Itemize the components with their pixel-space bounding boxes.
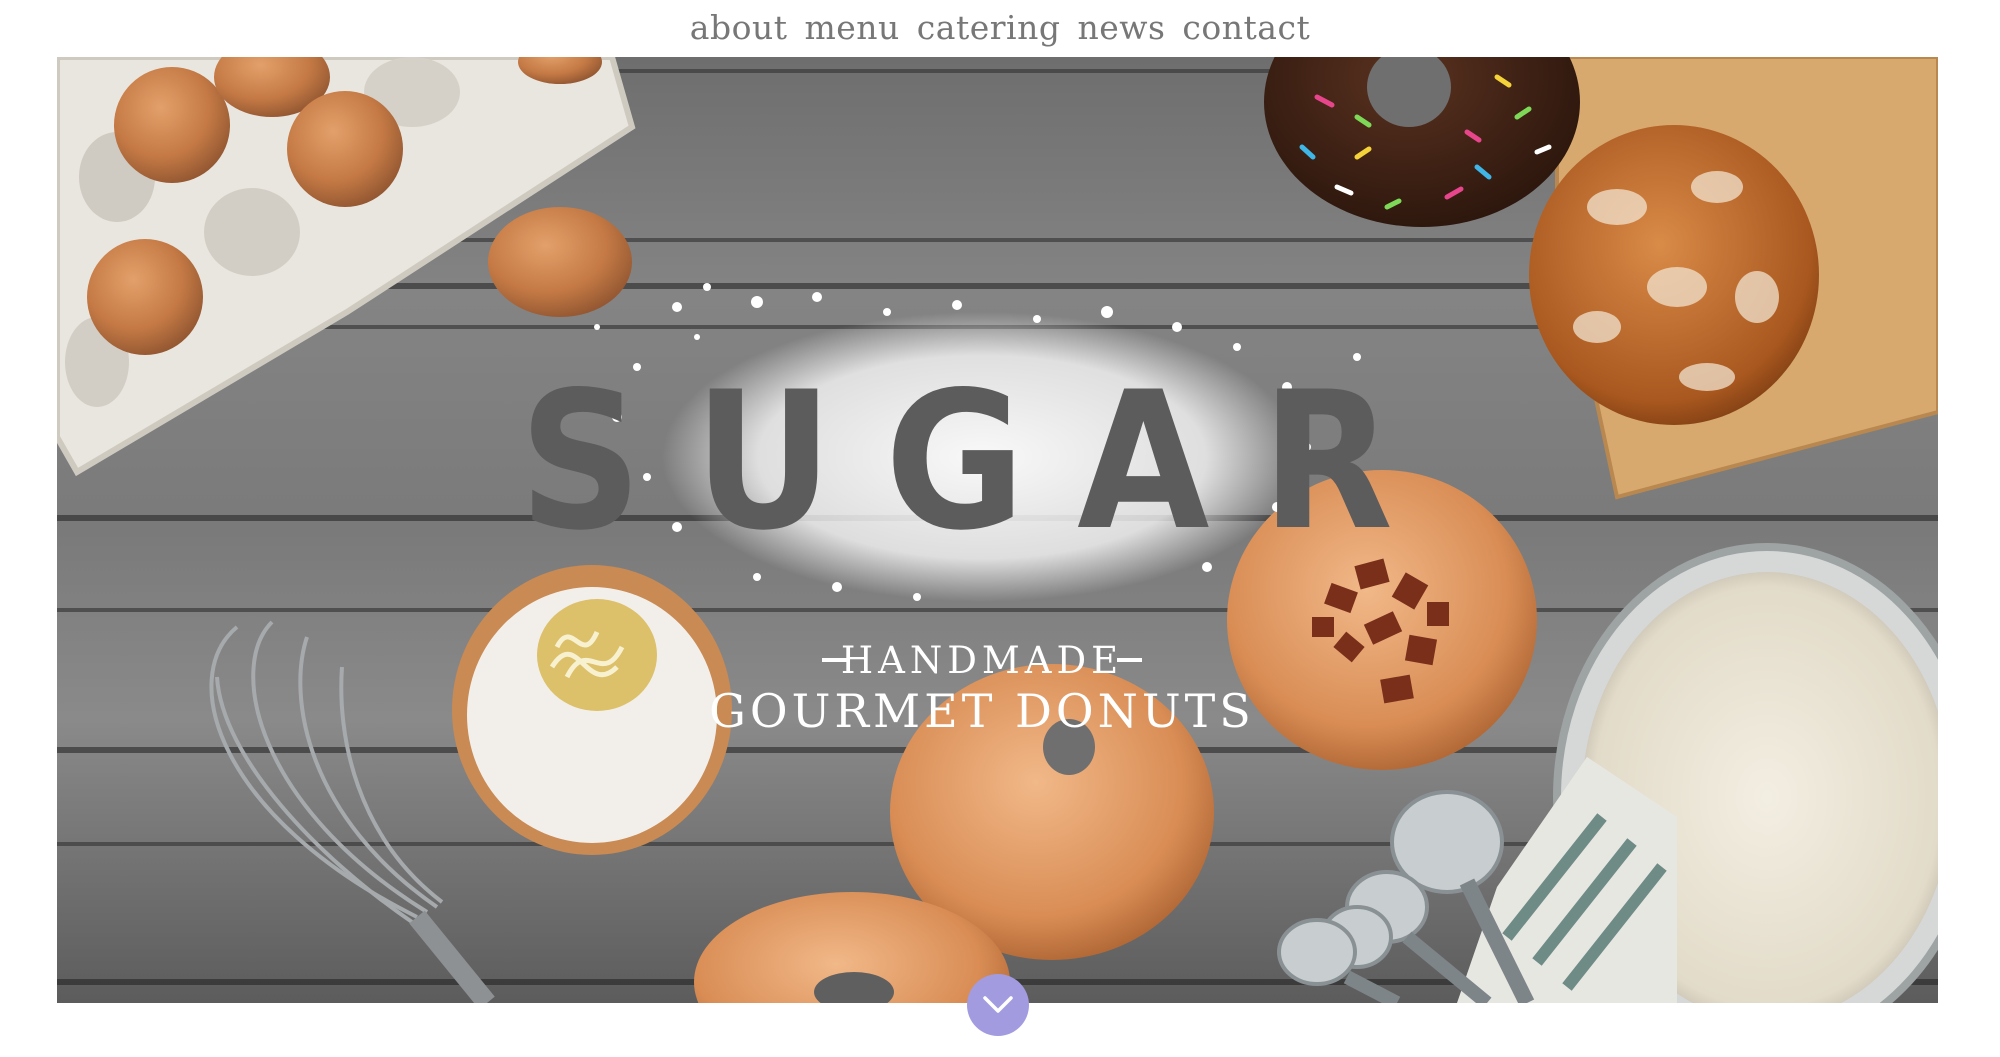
- cream-filled-donut: [452, 565, 732, 855]
- tagline-bottom: GOURMET DONUTS: [709, 684, 1255, 738]
- loose-egg: [488, 207, 632, 317]
- main-nav: about menu catering news contact: [0, 0, 2000, 56]
- scroll-down-button[interactable]: [967, 974, 1029, 1036]
- nav-link-news[interactable]: news: [1077, 11, 1165, 44]
- sugared-brioche-donut: [1529, 125, 1819, 425]
- hero-banner: SUGAR HANDMADE GOURMET DONUTS: [57, 57, 1938, 1003]
- tagline-top: HANDMADE: [841, 639, 1123, 682]
- whisk: [209, 620, 495, 1003]
- nav-link-contact[interactable]: contact: [1182, 11, 1310, 44]
- nav-link-catering[interactable]: catering: [917, 11, 1061, 44]
- hero-photo: SUGAR HANDMADE GOURMET DONUTS: [57, 57, 1938, 1003]
- chocolate-sprinkle-donut: [1264, 57, 1580, 227]
- nav-link-menu[interactable]: menu: [804, 11, 899, 44]
- tagline-top-group: HANDMADE: [822, 639, 1142, 682]
- brand-logo: SUGAR: [519, 351, 1445, 572]
- chevron-down-icon: [983, 996, 1013, 1013]
- nav-link-about[interactable]: about: [690, 11, 788, 44]
